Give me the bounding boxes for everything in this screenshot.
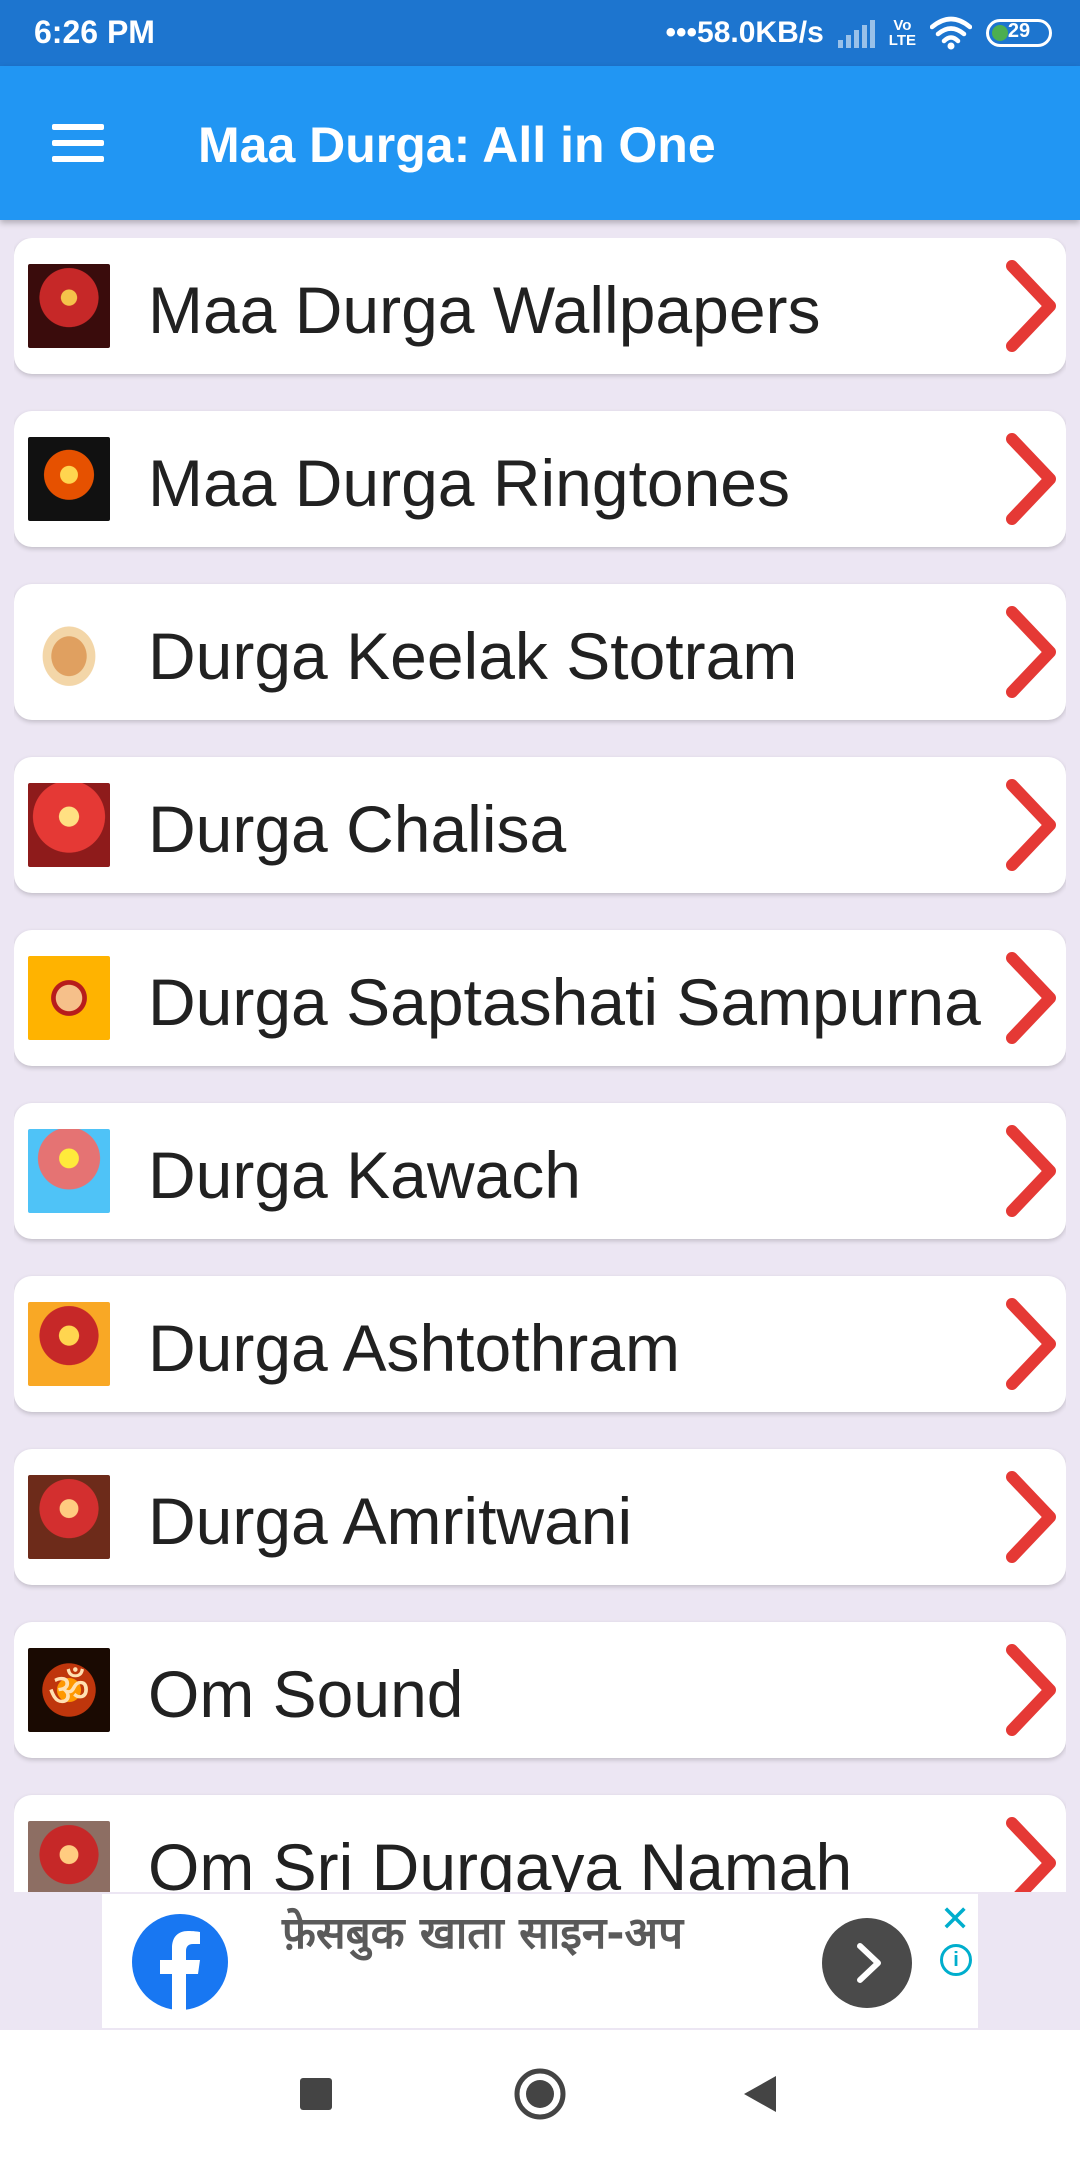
chevron-right-icon <box>1006 1817 1056 1892</box>
chevron-right-icon <box>1006 1298 1056 1390</box>
list-item-om-sound[interactable]: ॐ Om Sound <box>14 1622 1066 1758</box>
chevron-right-icon <box>1006 1125 1056 1217</box>
chevron-right-icon <box>1006 1471 1056 1563</box>
durga-kawach-thumbnail <box>28 1129 110 1213</box>
battery-icon: 29 <box>986 19 1052 47</box>
list-item-wallpapers[interactable]: Maa Durga Wallpapers <box>14 238 1066 374</box>
list-item-amritwani[interactable]: Durga Amritwani <box>14 1449 1066 1585</box>
battery-level: 29 <box>1007 20 1031 42</box>
item-label: Durga Kawach <box>148 1138 581 1212</box>
item-label: Maa Durga Ringtones <box>148 446 791 520</box>
item-label: Durga Amritwani <box>148 1484 633 1558</box>
volte-icon: Vo LTE <box>889 18 916 48</box>
volte-bottom-label: LTE <box>888 32 916 49</box>
durga-namah-thumbnail <box>28 1821 110 1892</box>
ad-next-button[interactable] <box>822 1918 912 2008</box>
om-symbol-thumbnail: ॐ <box>28 1648 110 1732</box>
app-title: Maa Durga: All in One <box>198 117 716 173</box>
list-item-saptashati[interactable]: Durga Saptashati Sampurna <box>14 930 1066 1066</box>
list-item-kawach[interactable]: Durga Kawach <box>14 1103 1066 1239</box>
network-speed: •••58.0KB/s <box>665 16 824 49</box>
item-label: Durga Keelak Stotram <box>148 619 798 693</box>
durga-statue-thumbnail <box>28 610 110 694</box>
list-item-keelak-stotram[interactable]: Durga Keelak Stotram <box>14 584 1066 720</box>
chevron-right-icon <box>1006 433 1056 525</box>
square-recents-icon[interactable] <box>296 2074 336 2114</box>
hamburger-menu-icon[interactable] <box>40 112 112 174</box>
chevron-right-icon <box>1006 952 1056 1044</box>
ad-text: फ़ेसबुक खाता साइन-अप <box>282 1908 684 1959</box>
volte-top-label: Vo <box>893 17 912 34</box>
chevron-right-icon <box>857 1943 881 1983</box>
durga-chalisa-thumbnail <box>28 783 110 867</box>
menu-list[interactable]: Maa Durga Wallpapers Maa Durga Ringtones… <box>14 238 1066 1892</box>
triangle-back-icon[interactable] <box>740 2072 780 2116</box>
durga-face-thumbnail <box>28 956 110 1040</box>
durga-ashtothram-thumbnail <box>28 1302 110 1386</box>
durga-ringtone-thumbnail <box>28 437 110 521</box>
list-item-chalisa[interactable]: Durga Chalisa <box>14 757 1066 893</box>
list-item-ringtones[interactable]: Maa Durga Ringtones <box>14 411 1066 547</box>
ad-close-icon[interactable]: ✕ <box>940 1898 970 1940</box>
item-label: Maa Durga Wallpapers <box>148 273 821 347</box>
item-label: Durga Ashtothram <box>148 1311 680 1385</box>
circle-home-icon[interactable] <box>512 2066 568 2122</box>
durga-wallpaper-thumbnail <box>28 264 110 348</box>
ad-info-icon[interactable]: i <box>940 1944 972 1976</box>
list-item-durgaya-namah[interactable]: Om Sri Durgaya Namah <box>14 1795 1066 1892</box>
list-item-ashtothram[interactable]: Durga Ashtothram <box>14 1276 1066 1412</box>
durga-amritwani-thumbnail <box>28 1475 110 1559</box>
chevron-right-icon <box>1006 1644 1056 1736</box>
status-bar: 6:26 PM •••58.0KB/s Vo LTE 29 <box>0 0 1080 66</box>
item-label: Durga Chalisa <box>148 792 567 866</box>
app-bar: Maa Durga: All in One <box>0 66 1080 220</box>
status-time: 6:26 PM <box>34 14 155 50</box>
facebook-logo-icon <box>132 1914 228 2010</box>
status-indicators: •••58.0KB/s Vo LTE 29 <box>666 12 1052 54</box>
item-label: Durga Saptashati Sampurna <box>148 965 981 1039</box>
signal-strength-icon <box>837 18 875 48</box>
chevron-right-icon <box>1006 260 1056 352</box>
chevron-right-icon <box>1006 779 1056 871</box>
wifi-icon <box>930 16 972 50</box>
ad-banner[interactable]: फ़ेसबुक खाता साइन-अप ✕ i <box>102 1894 978 2028</box>
chevron-right-icon <box>1006 606 1056 698</box>
item-label: Om Sound <box>148 1657 464 1731</box>
item-label: Om Sri Durgaya Namah <box>148 1830 853 1892</box>
system-nav-bar <box>0 2030 1080 2160</box>
